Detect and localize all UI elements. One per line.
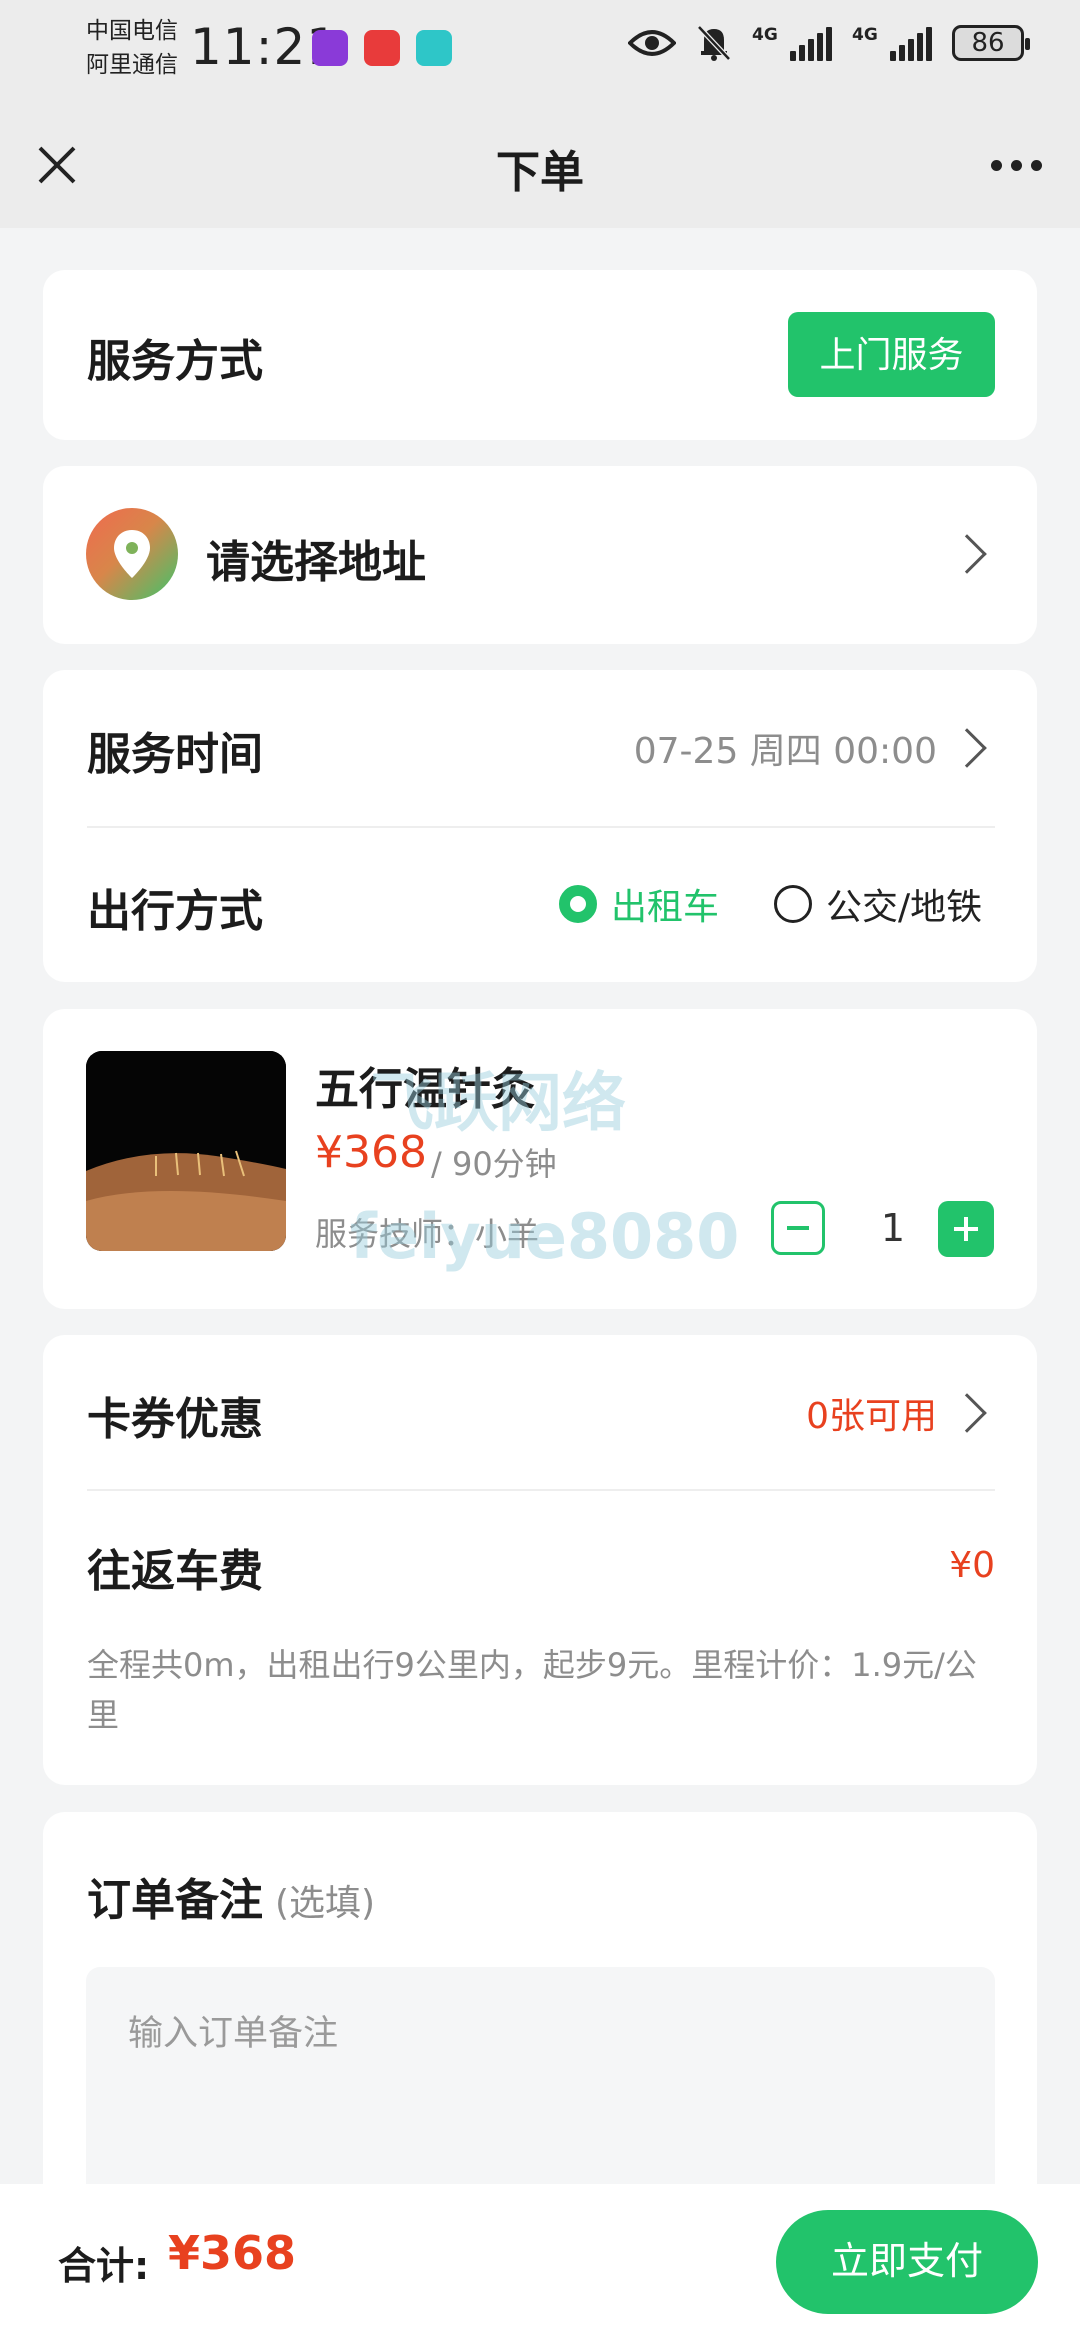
home-service-button[interactable]: 上门服务 <box>788 312 995 397</box>
coupon-value: 0张可用 <box>806 1396 937 1437</box>
signal-icon: 4G <box>752 25 832 61</box>
radio-selected-icon <box>559 885 597 923</box>
eye-icon <box>628 30 676 56</box>
service-time-label: 服务时间 <box>87 729 263 780</box>
total-value: ¥368 <box>168 2226 297 2280</box>
coupon-label: 卡券优惠 <box>87 1394 263 1445</box>
coupon-fare-card: 卡券优惠 0张可用 往返车费 ¥0 全程共0m，出租出行9公里内，起步9元。里程… <box>43 1335 1037 1785</box>
carrier-info: 中国电信 阿里通信 <box>86 14 178 82</box>
address-label: 请选择地址 <box>206 537 426 588</box>
app-notification-icon <box>312 30 348 66</box>
product-card: 五行温针灸 ¥368 / 90分钟 服务技师：小羊 1 <box>43 1009 1037 1309</box>
bottom-bar: 合计: ¥368 立即支付 <box>0 2184 1080 2340</box>
chevron-right-icon <box>947 728 987 768</box>
travel-option-label: 公交/地铁 <box>826 887 983 928</box>
fare-value: ¥0 <box>949 1545 995 1586</box>
address-card[interactable]: 请选择地址 <box>43 466 1037 644</box>
app-notification-icon <box>364 30 400 66</box>
product-duration: / 90分钟 <box>431 1145 557 1183</box>
service-mode-card: 服务方式 上门服务 <box>43 270 1037 440</box>
quantity-increment-button[interactable] <box>938 1201 994 1257</box>
chevron-right-icon <box>947 534 987 574</box>
service-mode-label: 服务方式 <box>87 336 263 387</box>
travel-option-transit[interactable]: 公交/地铁 <box>774 878 982 930</box>
fare-label: 往返车费 <box>87 1546 263 1597</box>
carrier-name-1: 中国电信 <box>86 18 178 44</box>
quantity-decrement-button[interactable] <box>771 1201 825 1255</box>
signal-icon: 4G <box>852 25 932 61</box>
product-technician: 服务技师：小羊 <box>315 1215 540 1253</box>
travel-mode-label: 出行方式 <box>87 886 263 937</box>
status-bar: 中国电信 阿里通信 11:21 4G 4G 86 <box>0 0 1080 110</box>
carrier-name-2: 阿里通信 <box>86 52 178 78</box>
radio-unselected-icon <box>774 885 812 923</box>
remark-optional-hint: (选填) <box>275 1883 376 1924</box>
time-travel-card: 服务时间 07-25 周四 00:00 出行方式 出租车 公交/地铁 <box>43 670 1037 982</box>
product-price: ¥368 <box>315 1127 427 1178</box>
battery-icon: 86 <box>952 25 1030 61</box>
app-notification-icon <box>416 30 452 66</box>
location-pin-icon <box>86 508 178 600</box>
pay-now-button[interactable]: 立即支付 <box>776 2210 1038 2314</box>
status-icons: 4G 4G 86 <box>628 24 1030 62</box>
more-icon[interactable] <box>991 160 1042 171</box>
product-name: 五行温针灸 <box>315 1064 535 1115</box>
divider <box>87 1489 995 1491</box>
remark-label: 订单备注 <box>87 1875 263 1926</box>
chevron-right-icon <box>947 1393 987 1433</box>
product-image <box>86 1051 286 1251</box>
bell-off-icon <box>697 25 731 61</box>
nav-bar: 下单 <box>0 110 1080 228</box>
travel-option-taxi[interactable]: 出租车 <box>559 878 719 930</box>
total-label: 合计: <box>58 2244 150 2288</box>
service-time-value: 07-25 周四 00:00 <box>633 731 937 772</box>
remark-title: 订单备注 (选填) <box>87 1864 375 1928</box>
divider <box>87 826 995 828</box>
page-title: 下单 <box>496 147 584 198</box>
quantity-value: 1 <box>880 1206 906 1250</box>
fare-note: 全程共0m，出租出行9公里内，起步9元。里程计价：1.9元/公里 <box>87 1646 977 1734</box>
travel-option-label: 出租车 <box>611 887 720 928</box>
